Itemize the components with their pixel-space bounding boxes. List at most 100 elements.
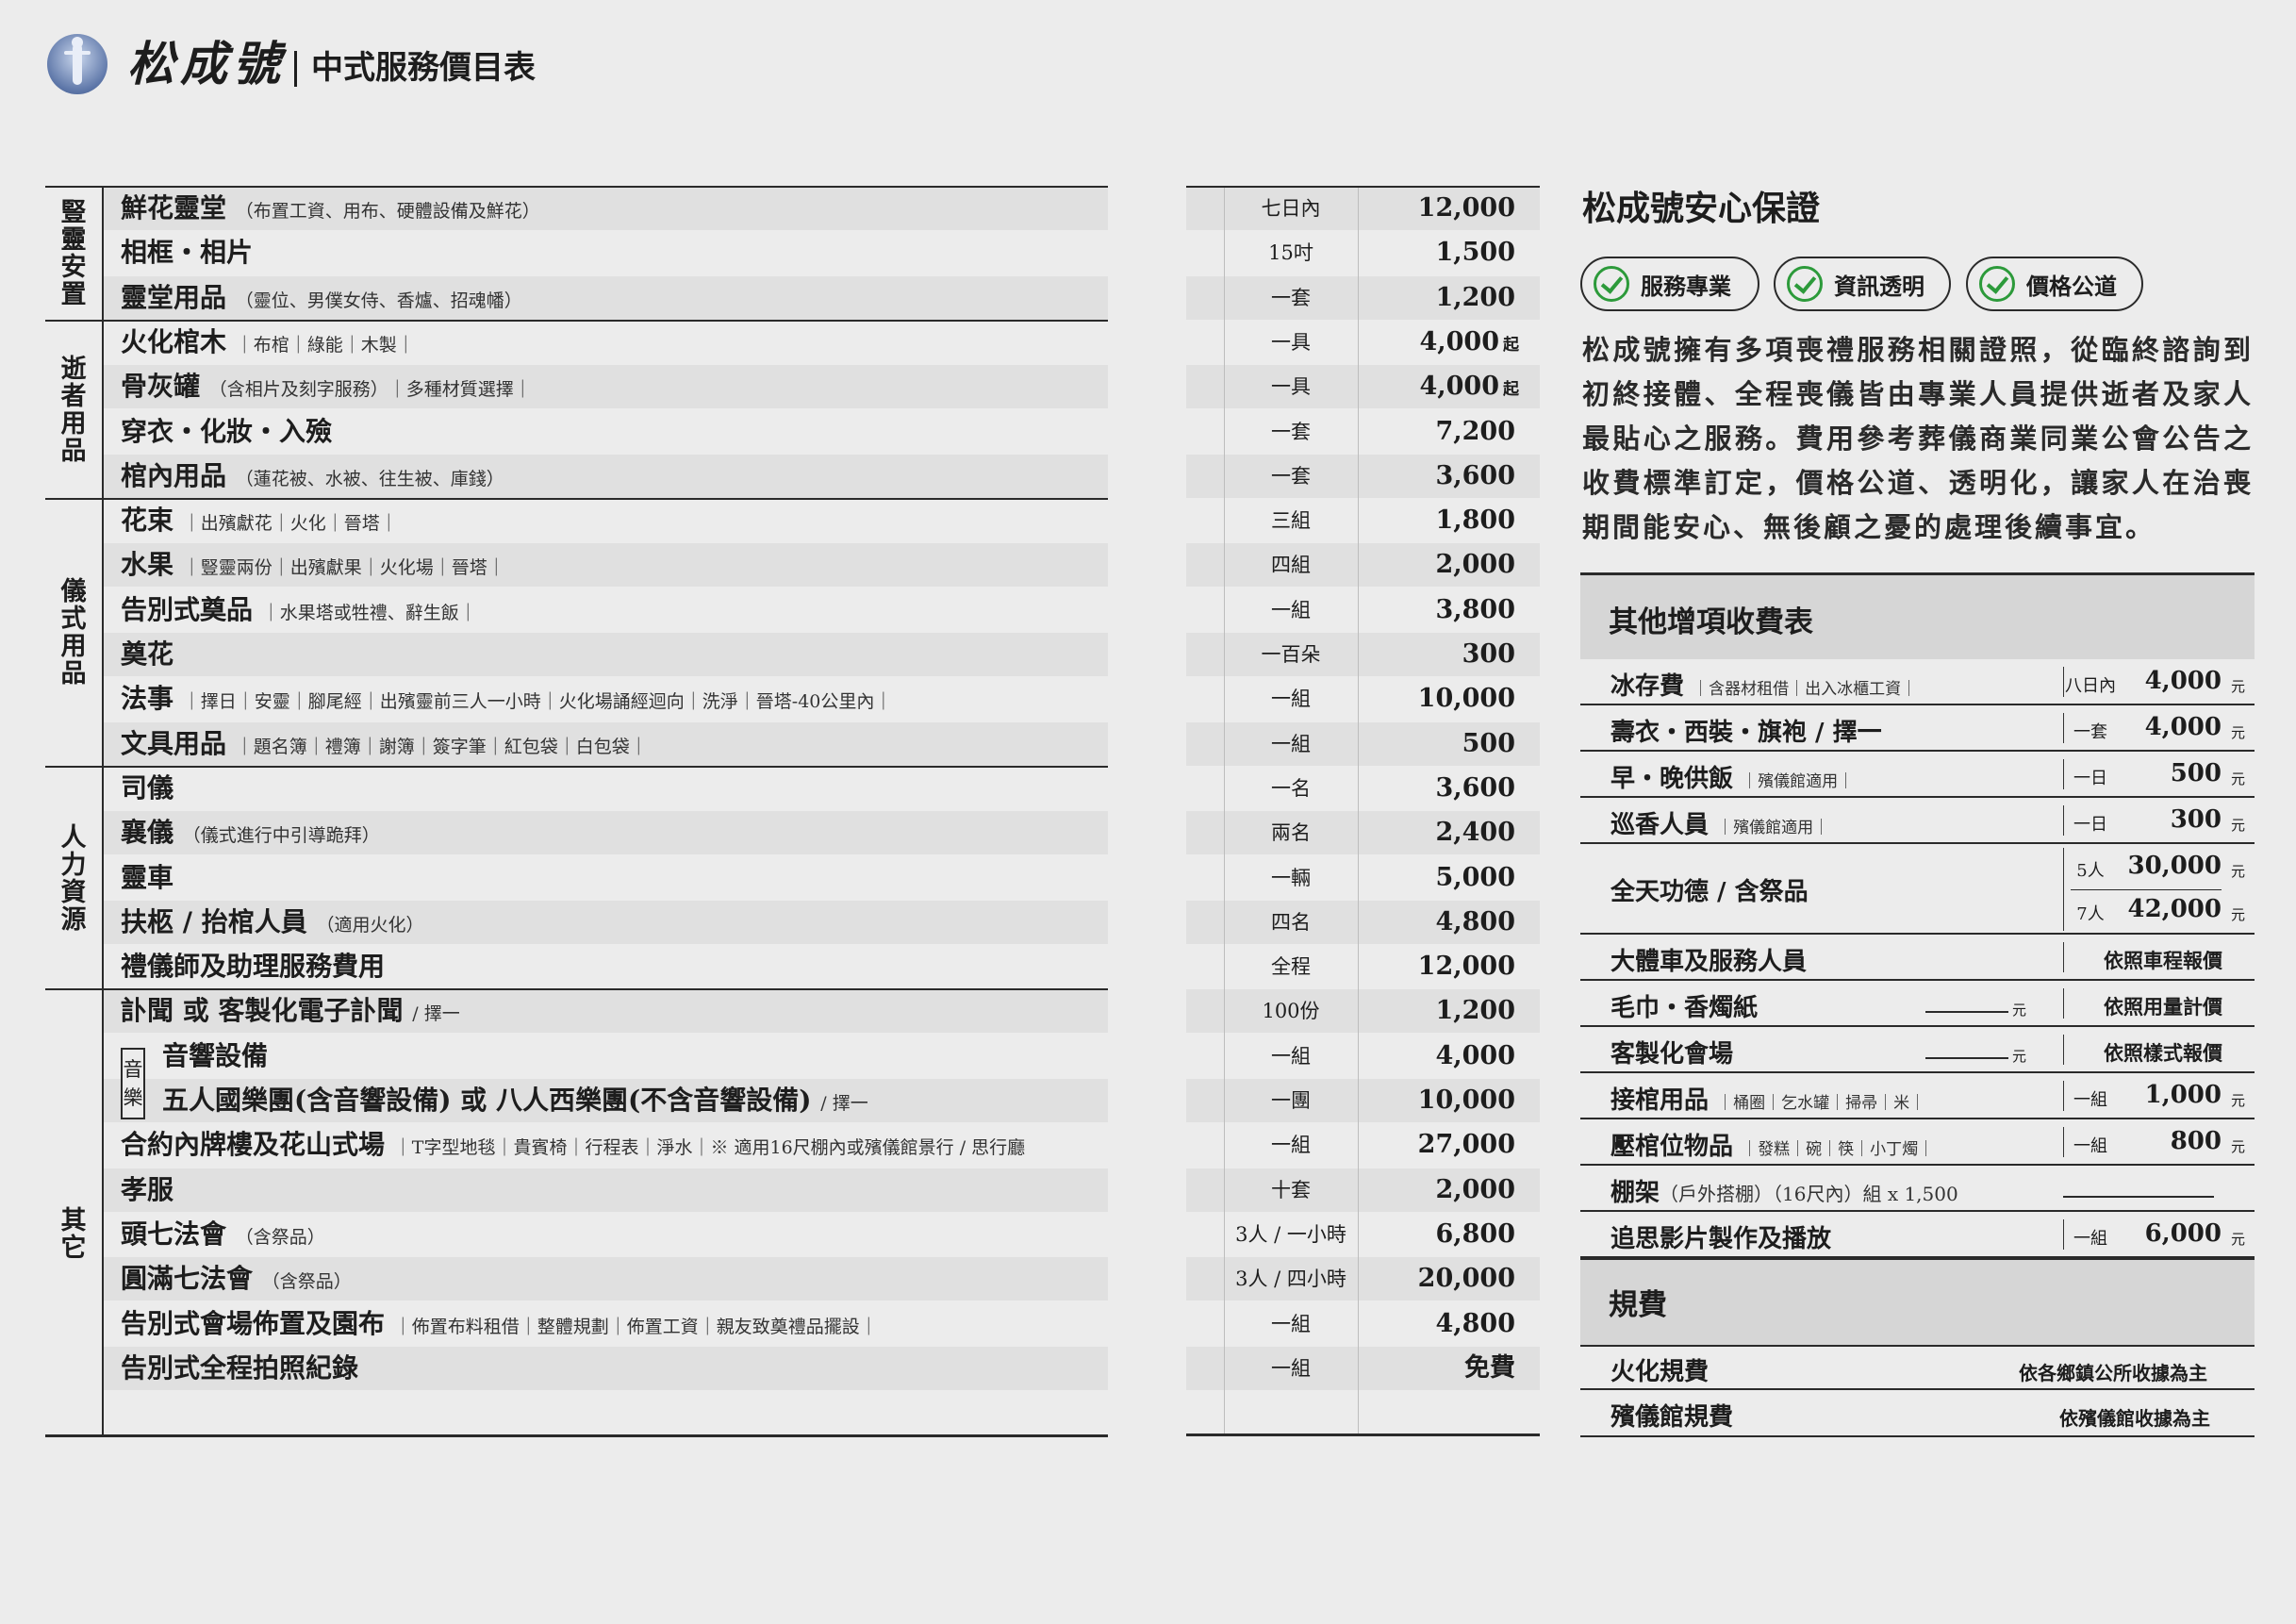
category-label: 豎靈安置 — [60, 198, 87, 309]
price-row: 全程 12,000 — [1186, 945, 1540, 988]
price: 1,200 — [1435, 283, 1515, 312]
price-row: 四組 2,000 — [1186, 543, 1540, 587]
brand-name: 松成號 — [127, 36, 286, 91]
service-note: / 擇一 — [412, 1003, 460, 1024]
check-circle-icon — [1787, 266, 1823, 302]
extra-fee-row: 客製化會場 元 依照樣式報價 — [1580, 1027, 2255, 1073]
service-name: 圓滿七法會 — [121, 1263, 254, 1294]
extra-fee-row: 大體車及服務人員 依照車程報價 — [1580, 935, 2255, 981]
extra-fee-row: 追思影片製作及播放 一組 6,000 元 — [1580, 1212, 2255, 1258]
unit: 一組 — [1271, 688, 1311, 710]
price: 300 — [1462, 639, 1515, 669]
price-row: 100份 1,200 — [1186, 989, 1540, 1033]
service-name: 奠花 — [121, 638, 174, 670]
service-name: 告別式會場佈置及園布 — [121, 1308, 386, 1339]
official-fees-header: 規費 — [1580, 1258, 2255, 1345]
category-label: 其它 — [60, 1206, 87, 1263]
price-row: 一套 7,200 — [1186, 410, 1540, 454]
price-row: 兩名 2,400 — [1186, 811, 1540, 854]
service-row: 穿衣・化妝・入殮 — [102, 410, 1108, 454]
service-name: 相框・相片 — [121, 237, 254, 268]
unit: 一輛 — [1271, 867, 1311, 889]
service-name: 文具用品 — [121, 728, 227, 759]
price-suffix: 起 — [1503, 380, 1519, 399]
price: 1,800 — [1435, 505, 1515, 535]
price-row: 一組 4,800 — [1186, 1302, 1540, 1346]
price: 3,800 — [1435, 595, 1515, 624]
service-name: 法事 — [121, 683, 174, 714]
price: 5,000 — [1435, 863, 1515, 892]
unit: 一百朵 — [1261, 643, 1321, 666]
service-note: ｜佈置布料租借｜整體規劃｜佈置工資｜親友致奠禮品擺設｜ — [393, 1317, 878, 1337]
service-note: ｜T字型地毯｜貴賓椅｜行程表｜淨水｜※ 適用16尺棚內或殯儀館景行 / 思行廳 — [393, 1137, 1026, 1158]
service-name: 花束 — [121, 505, 174, 536]
service-note: （適用火化） — [316, 915, 424, 936]
price: 3,600 — [1435, 461, 1515, 490]
price: 27,000 — [1417, 1130, 1515, 1159]
badge-professional: 服務專業 — [1580, 257, 1759, 311]
unit: 一套 — [1271, 421, 1311, 443]
unit: 一團 — [1271, 1089, 1311, 1112]
service-name: 靈堂用品 — [121, 282, 227, 313]
title-divider — [294, 51, 297, 87]
check-circle-icon — [1979, 266, 2015, 302]
service-row: 火化棺木 ｜布棺｜綠能｜木製｜ — [102, 321, 1108, 364]
badge-fair-price: 價格公道 — [1966, 257, 2143, 311]
service-row: 文具用品 ｜題名簿｜禮簿｜謝簿｜簽字筆｜紅包袋｜白包袋｜ — [102, 722, 1108, 766]
price-row: 一套 3,600 — [1186, 455, 1540, 498]
service-name: 骨灰罐 — [121, 371, 201, 402]
price-row: 十套 2,000 — [1186, 1168, 1540, 1212]
unit: 四名 — [1271, 911, 1311, 934]
price-row: 三組 1,800 — [1186, 499, 1540, 542]
price: 1,200 — [1435, 996, 1515, 1025]
service-note: （蓮花被、水被、往生被、庫錢） — [235, 469, 504, 489]
service-name: 水果 — [121, 549, 174, 580]
service-name: 火化棺木 — [121, 326, 227, 357]
price: 4,800 — [1435, 907, 1515, 936]
unit: 15吋 — [1268, 241, 1313, 264]
service-note: ｜題名簿｜禮簿｜謝簿｜簽字筆｜紅包袋｜白包袋｜ — [235, 737, 648, 757]
unit: 三組 — [1271, 509, 1311, 532]
price: 2,000 — [1435, 550, 1515, 579]
service-row: 骨灰罐 （含相片及刻字服務）｜多種材質選擇｜ — [102, 365, 1108, 408]
extra-fees-header: 其他增項收費表 — [1580, 572, 2255, 659]
price: 3,600 — [1435, 773, 1515, 803]
service-row: 音響設備 — [102, 1035, 1108, 1078]
guarantee-title: 松成號安心保證 — [1582, 189, 1821, 228]
service-name: 鮮花靈堂 — [121, 192, 227, 224]
unit: 一組 — [1271, 1045, 1311, 1068]
price-suffix: 起 — [1503, 336, 1519, 355]
service-note: ｜豎靈兩份｜出殯獻果｜火化場｜晉塔｜ — [182, 557, 505, 578]
service-row: 靈堂用品 （靈位、男僕女侍、香爐、招魂幡） — [102, 276, 1108, 320]
unit: 一具 — [1271, 375, 1311, 398]
unit: 一組 — [1271, 1357, 1311, 1380]
service-name: 告別式全程拍照紀錄 — [121, 1352, 359, 1384]
service-note: ｜出殯獻花｜火化｜晉塔｜ — [182, 513, 398, 534]
service-name: 穿衣・化妝・入殮 — [121, 416, 333, 447]
price: 20,000 — [1417, 1264, 1515, 1293]
price: 4,000 — [1419, 372, 1499, 401]
price-row: 一組 27,000 — [1186, 1123, 1540, 1167]
extra-fee-row: 巡香人員 ｜殯儀館適用｜ 一日 300 元 — [1580, 798, 2255, 844]
price: 7,200 — [1435, 417, 1515, 446]
service-row: 法事 ｜擇日｜安靈｜腳尾經｜出殯靈前三人一小時｜火化場誦經迴向｜洗淨｜晉塔-40… — [102, 677, 1108, 721]
unit: 一具 — [1271, 331, 1311, 354]
extra-fee-row: 接棺用品 ｜桶圈｜乞水罐｜掃帚｜米｜ 一組 1,000 元 — [1580, 1073, 2255, 1119]
service-name: 音響設備 — [162, 1040, 269, 1071]
unit-price-column: 七日內 12,000 15吋 1,500 一套 1,200 一具 4,000 起 … — [1186, 186, 1540, 1436]
unit: 100份 — [1262, 1000, 1320, 1022]
service-name: 襄儀 — [121, 817, 174, 848]
service-name: 合約內牌樓及花山式場 — [121, 1129, 386, 1160]
service-note: （含相片及刻字服務）｜多種材質選擇｜ — [208, 379, 532, 400]
service-name: 頭七法會 — [121, 1218, 227, 1250]
price: 免費 — [1464, 1353, 1515, 1383]
price-row: 一具 4,000 起 — [1186, 321, 1540, 364]
service-row: 頭七法會 （含祭品） — [102, 1213, 1108, 1256]
service-row: 襄儀 （儀式進行中引導跪拜） — [102, 811, 1108, 854]
price: 10,000 — [1417, 684, 1515, 713]
fee-row: 火化規費 依各鄉鎮公所收據為主 — [1580, 1345, 2255, 1390]
extra-fee-row-shed: 棚架（戶外搭棚）（16尺內）組 x 1,500 — [1580, 1166, 2255, 1212]
price-row: 一組 500 — [1186, 722, 1540, 766]
extra-fee-row: 毛巾・香燭紙 元 依照用量計價 — [1580, 981, 2255, 1027]
price: 4,000 — [1419, 327, 1499, 356]
